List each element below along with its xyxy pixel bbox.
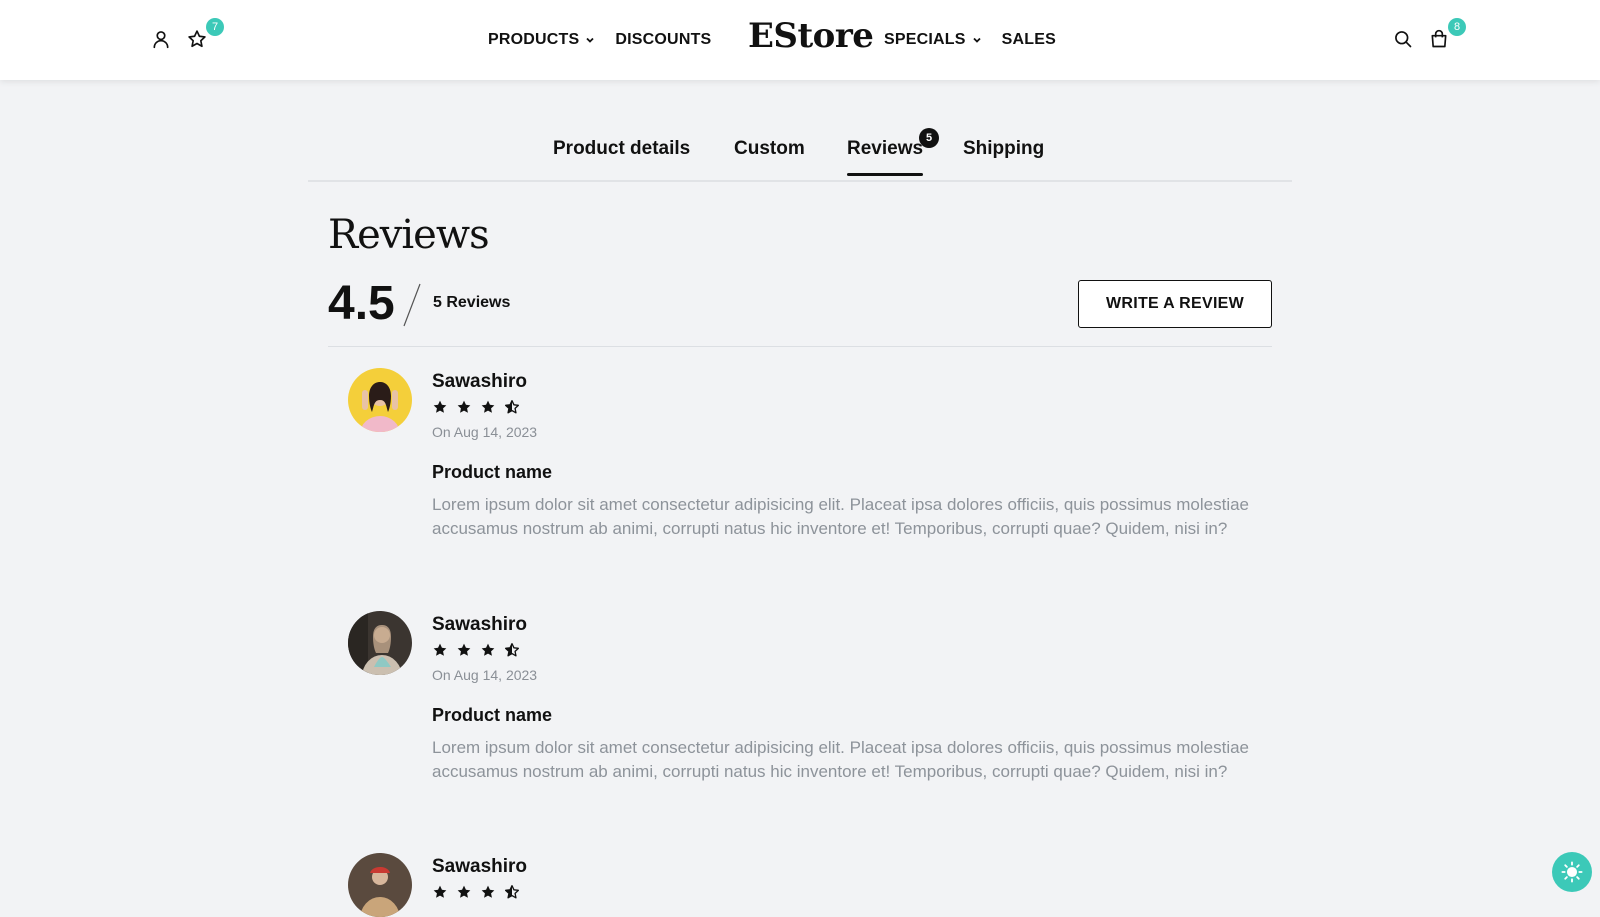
write-review-button[interactable]: WRITE A REVIEW	[1078, 280, 1272, 328]
review-body: Sawashiro On Aug 14, 2023 Product name L…	[432, 368, 1272, 541]
star-filled-icon	[457, 643, 471, 656]
reviews-count: 5 Reviews	[433, 294, 511, 311]
star-filled-icon	[457, 885, 471, 898]
tab-custom[interactable]: Custom	[734, 138, 805, 174]
review-date: On Aug 14, 2023	[432, 424, 538, 440]
avatar-image	[348, 611, 412, 675]
nav-specials[interactable]: SPECIALS	[884, 31, 982, 49]
user-icon	[153, 31, 169, 49]
nav-discounts[interactable]: DISCOUNTS	[615, 31, 711, 49]
reviews-count-badge: 5	[919, 128, 940, 148]
site-logo[interactable]: EStore	[748, 16, 874, 56]
star-filled-icon	[433, 885, 447, 898]
reviewer-name: Sawashiro	[432, 614, 528, 635]
average-rating: 4.5	[328, 277, 395, 330]
reviews-heading: Reviews	[328, 212, 490, 258]
tab-product-details[interactable]: Product details	[553, 138, 690, 174]
star-filled-icon	[433, 643, 447, 656]
star-filled-icon	[481, 885, 495, 898]
star-rating	[432, 396, 1272, 418]
star-filled-icon	[481, 400, 495, 413]
star-filled-icon	[481, 643, 495, 656]
cart-button[interactable]: 8	[1426, 18, 1466, 52]
avatar	[348, 611, 412, 675]
tab-shipping[interactable]: Shipping	[963, 138, 1044, 174]
account-button[interactable]	[148, 26, 174, 52]
star-rating	[432, 639, 1272, 661]
chevron-down-icon	[972, 37, 981, 43]
reviewer-name: Sawashiro	[432, 856, 528, 877]
review-date: On Aug 14, 2023	[432, 667, 538, 683]
wishlist-button[interactable]: 7	[184, 18, 224, 52]
nav-discounts-label: DISCOUNTS	[615, 31, 712, 48]
star-filled-icon	[457, 400, 471, 413]
nav-products-label: PRODUCTS	[488, 31, 580, 48]
review-text: Lorem ipsum dolor sit amet consectetur a…	[432, 738, 1250, 781]
star-filled-icon	[433, 400, 447, 413]
sun-icon	[1561, 861, 1583, 883]
nav-specials-label: SPECIALS	[884, 31, 966, 48]
star-half-icon	[505, 400, 519, 414]
search-button[interactable]	[1390, 26, 1416, 52]
cart-count-badge: 8	[1448, 18, 1466, 36]
nav-sales-label: SALES	[1001, 31, 1056, 48]
reviewer-name: Sawashiro	[432, 371, 528, 392]
theme-toggle-button[interactable]	[1552, 852, 1592, 892]
chevron-down-icon	[586, 37, 595, 43]
avatar	[348, 368, 412, 432]
nav-left: PRODUCTS DISCOUNTS	[488, 0, 711, 80]
tab-reviews[interactable]: Reviews 5	[847, 128, 940, 176]
product-tabs: Product details Custom Reviews 5 Shippin…	[308, 128, 1292, 182]
site-header: 7 PRODUCTS DISCOUNTS EStore SPECIALS SAL…	[0, 0, 1600, 80]
rating-divider-slash	[403, 283, 421, 327]
star-half-icon	[505, 643, 519, 657]
avatar-image	[348, 853, 412, 917]
search-icon	[1395, 31, 1412, 48]
nav-products[interactable]: PRODUCTS	[488, 31, 595, 49]
tab-reviews-label: Reviews	[847, 138, 924, 159]
star-half-icon	[505, 885, 519, 899]
nav-right: SPECIALS SALES	[884, 0, 1056, 80]
wishlist-count-badge: 7	[206, 18, 224, 36]
review-text: Lorem ipsum dolor sit amet consectetur a…	[432, 495, 1250, 538]
reviews-divider	[328, 346, 1272, 347]
bag-icon	[1431, 29, 1447, 48]
review-product-name: Product name	[432, 462, 553, 482]
nav-sales[interactable]: SALES	[1002, 31, 1056, 49]
avatar-image	[348, 368, 412, 432]
review-body: Sawashiro	[432, 853, 1272, 903]
review-body: Sawashiro On Aug 14, 2023 Product name L…	[432, 611, 1272, 784]
star-icon	[188, 30, 206, 48]
avatar	[348, 853, 412, 917]
review-product-name: Product name	[432, 705, 553, 725]
